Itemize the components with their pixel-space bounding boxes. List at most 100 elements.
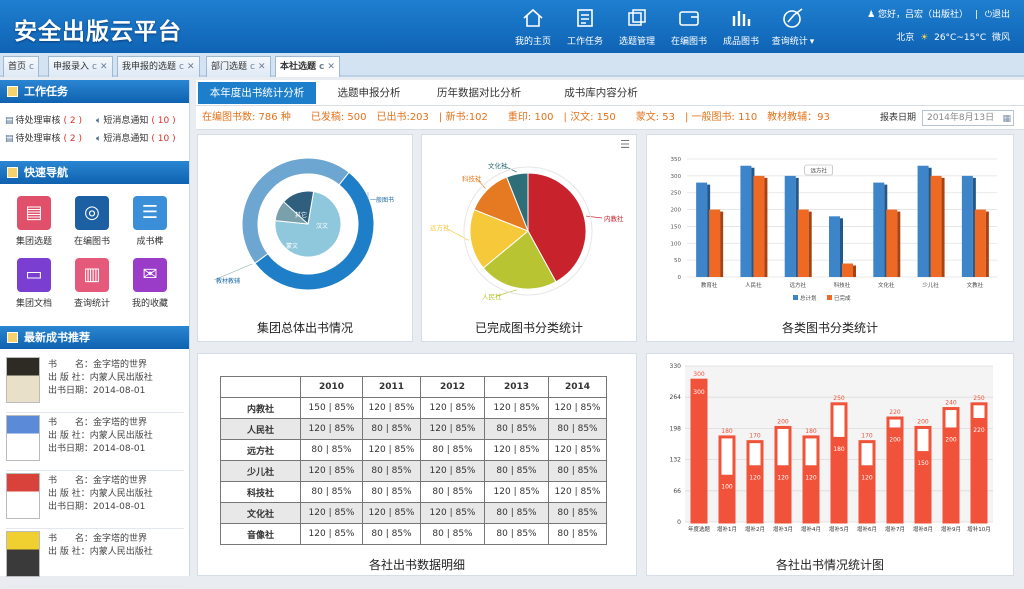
table-header-cell: 2013 xyxy=(484,376,549,398)
x-tick-label: 增补4月 xyxy=(801,525,821,533)
refresh-icon[interactable]: c xyxy=(92,62,97,72)
refresh-icon[interactable]: c xyxy=(250,62,255,72)
report-date-input[interactable]: 2014年8月13日 ▦ xyxy=(922,110,1014,126)
tab-4[interactable]: 本社选题 c ✕ xyxy=(275,56,340,77)
tab-1[interactable]: 申报录入 c ✕ xyxy=(48,56,113,77)
nav-task[interactable]: 工作任务 xyxy=(557,6,613,47)
analysis-tab-0[interactable]: 本年度出书统计分析 xyxy=(198,82,316,104)
table-header-cell xyxy=(220,376,301,398)
book-date: 出书日期：2014-08-01 xyxy=(48,444,146,454)
nav-stats[interactable]: 查询统计 ▾ xyxy=(765,6,821,47)
book-item[interactable]: 书 名：金字塔的世界出 版 社：内蒙人民出版社 xyxy=(6,529,184,587)
y-tick-label: 200 xyxy=(671,208,682,214)
quick-item[interactable]: ▤ 集团选题 xyxy=(9,196,59,247)
book-item[interactable]: 书 名：金字塔的世界出 版 社：内蒙人民出版社 出书日期：2014-08-01 xyxy=(6,355,184,413)
books-title: 最新成书推荐 xyxy=(24,331,90,344)
task-list: ▤ 待处理审核( 2 ) 🔈︎ 短消息通知( 10 ) ▤ 待处理审核( 2 ) 🔈︎ 短消息… xyxy=(0,103,189,161)
calendar-icon[interactable]: ▦ xyxy=(1002,112,1011,126)
quick-item[interactable]: ◎ 在编图书 xyxy=(67,196,117,247)
quick-label: 集团文档 xyxy=(15,299,52,309)
table-cell: 80 | 85% xyxy=(362,481,421,503)
task-label: 待处理审核 xyxy=(15,116,61,126)
quick-label: 我的收藏 xyxy=(131,299,168,309)
task-item[interactable]: ▤ 待处理审核( 2 ) xyxy=(5,131,82,144)
x-tick-label: 科技社 xyxy=(834,281,851,289)
analysis-tab-3[interactable]: 成书库内容分析 xyxy=(541,82,661,104)
nav-bars[interactable]: 成品图书 xyxy=(713,6,769,47)
chart-title-table: 各社出书数据明细 xyxy=(368,558,465,572)
quick-item[interactable]: ☰ 成书榫 xyxy=(125,196,175,247)
nav-home[interactable]: 我的主页 xyxy=(505,6,561,47)
task-item[interactable]: 🔈︎ 短消息通知( 10 ) xyxy=(96,113,176,126)
nav-book-edit[interactable]: 在编图书 xyxy=(661,6,717,47)
task-label: 待处理审核 xyxy=(15,134,61,144)
table-header-row: 2010 2011 2012 2013 2014 xyxy=(220,376,607,398)
task-item[interactable]: ▤ 待处理审核( 2 ) xyxy=(5,113,82,126)
table-row: 远方社 80 | 85% 120 | 85% 80 | 85% 120 | 85% 120… xyxy=(220,439,607,461)
x-tick-label: 增补1月 xyxy=(717,525,737,533)
table-cell: 120 | 85% xyxy=(300,502,363,524)
quick-nav-title: 快速导航 xyxy=(24,166,68,179)
y-tick-label: 50 xyxy=(674,258,681,264)
table-header-cell: 2010 xyxy=(300,376,363,398)
task-item[interactable]: 🔈︎ 短消息通知( 10 ) xyxy=(96,131,176,144)
table-cell: 120 | 85% xyxy=(420,460,485,482)
close-icon[interactable]: ✕ xyxy=(100,62,108,72)
close-icon[interactable]: ✕ xyxy=(258,62,266,72)
analysis-tab-1[interactable]: 选题申报分析 xyxy=(321,82,417,104)
table-cell: 80 | 85% xyxy=(362,418,421,440)
table-cell: 80 | 85% xyxy=(420,439,485,461)
refresh-icon[interactable]: c xyxy=(179,62,184,72)
data-label: 200 xyxy=(889,436,901,443)
quick-item[interactable]: ▥ 查询统计 xyxy=(67,258,117,309)
power-icon[interactable]: ⏻ xyxy=(985,10,992,20)
pie-label: 科技社 xyxy=(462,174,482,183)
tab-2[interactable]: 我申报的选题 c ✕ xyxy=(117,56,200,77)
book-item[interactable]: 书 名：金字塔的世界出 版 社：内蒙人民出版社 出书日期：2014-08-01 xyxy=(6,413,184,471)
data-label: 180 xyxy=(833,446,845,453)
x-tick-label: 少儿社 xyxy=(922,281,939,289)
quick-icon: ☰ xyxy=(133,196,167,230)
nav-label: 成品图书 xyxy=(722,37,759,47)
table-cell: 80 | 85% xyxy=(484,460,549,482)
menu-icon[interactable]: ☰ xyxy=(620,138,630,151)
x-tick-label: 增补5月 xyxy=(829,525,849,533)
quick-nav-header: 快速导航 xyxy=(0,161,189,184)
quick-icon: ▥ xyxy=(75,258,109,292)
table-cell: 远方社 xyxy=(220,439,301,461)
book-item[interactable]: 书 名：金字塔的世界出 版 社：内蒙人民出版社 出书日期：2014-08-01 xyxy=(6,471,184,529)
close-icon[interactable]: ✕ xyxy=(187,62,195,72)
quick-item[interactable]: ▭ 集团文档 xyxy=(9,258,59,309)
chevron-down-icon: ▾ xyxy=(809,37,815,47)
tab-label: 首页 xyxy=(8,62,27,72)
table-cell: 150 | 85% xyxy=(300,397,363,419)
bar-side xyxy=(985,211,989,277)
table-cell: 120 | 85% xyxy=(420,502,485,524)
data-label: 200 xyxy=(777,418,789,425)
data-label: 150 xyxy=(917,460,929,467)
close-icon[interactable]: ✕ xyxy=(327,62,335,72)
table-cell: 80 | 85% xyxy=(362,523,421,545)
table-cell: 80 | 85% xyxy=(484,418,549,440)
analysis-tab-2[interactable]: 历年数据对比分析 xyxy=(422,82,536,104)
book-name: 书 名：金字塔的世界 xyxy=(48,476,148,486)
task-label: 短消息通知 xyxy=(103,116,149,126)
refresh-icon[interactable]: c xyxy=(319,62,324,72)
data-label: 300 xyxy=(693,371,705,378)
refresh-icon[interactable]: c xyxy=(29,62,34,72)
tab-3[interactable]: 部门选题 c ✕ xyxy=(206,56,271,77)
nav-topic[interactable]: 选题管理 xyxy=(609,6,665,47)
data-label: 120 xyxy=(749,474,761,481)
table-cell: 少儿社 xyxy=(220,460,301,482)
quick-icon: ◎ xyxy=(75,196,109,230)
logout-link[interactable]: 退出 xyxy=(992,10,1010,20)
tab-0[interactable]: 首页 c xyxy=(3,56,39,77)
quick-item[interactable]: ✉ 我的收藏 xyxy=(125,258,175,309)
x-tick-label: 远方社 xyxy=(789,281,806,289)
table-row: 文化社 120 | 85% 120 | 85% 120 | 85% 80 | 85% 80… xyxy=(220,502,607,524)
table-cell: 120 | 85% xyxy=(362,397,421,419)
bar-side xyxy=(808,211,812,277)
sidebar: 工作任务 ▤ 待处理审核( 2 ) 🔈︎ 短消息通知( 10 ) ▤ 待处理审核( 2 )… xyxy=(0,80,190,587)
table-header-cell: 2014 xyxy=(548,376,607,398)
speaker-icon: 🔈︎ xyxy=(96,116,102,126)
